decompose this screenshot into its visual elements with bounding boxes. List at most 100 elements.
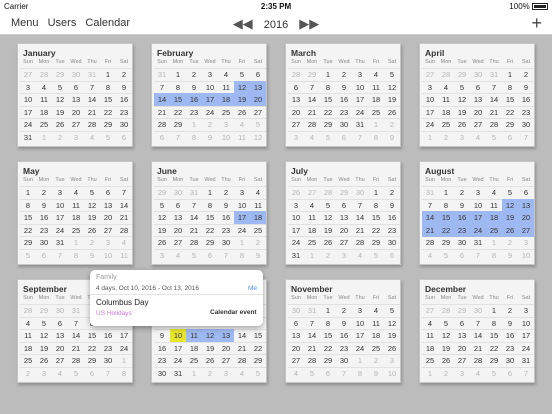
day-cell[interactable]: 6 [170,199,186,212]
day-cell[interactable]: 3 [384,354,400,367]
day-cell[interactable]: 30 [384,236,400,249]
day-cell[interactable]: 17 [20,106,36,119]
day-cell[interactable]: 29 [454,68,470,81]
day-cell[interactable]: 31 [352,118,368,131]
day-cell[interactable]: 9 [202,131,218,144]
day-cell[interactable]: 14 [68,329,84,342]
day-cell[interactable]: 17 [202,93,218,107]
day-cell[interactable]: 13 [68,93,84,106]
day-cell[interactable]: 30 [336,354,352,367]
day-cell[interactable]: 27 [454,354,470,367]
day-cell[interactable]: 26 [84,224,100,237]
day-cell[interactable]: 10 [202,81,218,94]
day-cell[interactable]: 11 [304,211,320,224]
day-cell[interactable]: 5 [486,367,502,380]
day-cell[interactable]: 6 [288,81,304,94]
day-cell[interactable]: 3 [352,304,368,317]
day-cell[interactable]: 10 [170,329,186,343]
day-cell[interactable]: 10 [100,249,116,262]
day-cell[interactable]: 2 [518,68,534,81]
day-cell[interactable]: 28 [304,118,320,131]
day-cell[interactable]: 28 [68,354,84,367]
day-cell[interactable]: 25 [422,354,438,367]
day-cell[interactable]: 22 [20,224,36,237]
day-cell[interactable]: 5 [368,249,384,262]
day-cell[interactable]: 29 [154,186,170,199]
day-cell[interactable]: 5 [52,81,68,94]
day-cell[interactable]: 7 [100,367,116,380]
day-cell[interactable]: 5 [68,367,84,380]
day-cell[interactable]: 29 [36,304,52,317]
day-cell[interactable]: 19 [384,93,400,106]
day-cell[interactable]: 14 [352,211,368,224]
day-cell[interactable]: 14 [186,211,202,224]
day-cell[interactable]: 11 [486,199,502,212]
day-cell[interactable]: 2 [438,367,454,380]
day-cell[interactable]: 19 [52,106,68,119]
month-june[interactable]: June Sun Mon Tue Wed Thu Fri Sat 29 30 31 1 2 3 4 5 6 7 8 9… [151,161,267,265]
day-cell[interactable]: 8 [352,367,368,380]
day-cell[interactable]: 28 [304,354,320,367]
day-cell[interactable]: 4 [368,304,384,317]
day-cell[interactable]: 20 [454,342,470,355]
day-cell[interactable]: 29 [304,68,320,81]
day-cell[interactable]: 18 [438,106,454,119]
day-cell[interactable]: 9 [250,249,266,262]
day-cell[interactable]: 9 [384,199,400,212]
day-cell[interactable]: 17 [52,211,68,224]
day-cell[interactable]: 19 [234,93,250,107]
day-cell[interactable]: 13 [52,329,68,342]
day-cell[interactable]: 16 [502,329,518,342]
day-cell[interactable]: 12 [36,329,52,342]
day-cell[interactable]: 1 [352,354,368,367]
day-cell[interactable]: 21 [422,223,438,237]
day-cell[interactable]: 16 [186,93,202,107]
day-cell[interactable]: 15 [84,329,100,342]
day-cell[interactable]: 31 [422,186,438,199]
day-cell[interactable]: 18 [304,224,320,237]
day-cell[interactable]: 31 [68,304,84,317]
day-cell[interactable]: 5 [250,118,266,131]
day-cell[interactable]: 26 [52,118,68,131]
day-cell[interactable]: 25 [20,354,36,367]
day-cell[interactable]: 29 [336,186,352,199]
day-cell[interactable]: 7 [52,249,68,262]
day-cell[interactable]: 22 [202,224,218,237]
day-cell[interactable]: 28 [320,186,336,199]
day-cell[interactable]: 2 [384,118,400,131]
day-cell[interactable]: 28 [288,68,304,81]
day-cell[interactable]: 23 [502,342,518,355]
day-cell[interactable]: 6 [202,249,218,262]
next-year-icon[interactable]: ▶▶ [299,16,319,31]
day-cell[interactable]: 25 [68,224,84,237]
day-cell[interactable]: 12 [454,93,470,106]
day-cell[interactable]: 8 [234,249,250,262]
day-cell[interactable]: 24 [288,236,304,249]
day-cell[interactable]: 31 [470,236,486,249]
day-cell[interactable]: 7 [486,81,502,94]
day-cell[interactable]: 17 [352,329,368,342]
day-cell[interactable]: 9 [368,367,384,380]
day-cell[interactable]: 4 [304,199,320,212]
day-cell[interactable]: 5 [438,249,454,262]
day-cell[interactable]: 6 [52,317,68,330]
day-cell[interactable]: 4 [438,81,454,94]
day-cell[interactable]: 25 [250,224,266,237]
day-cell[interactable]: 23 [384,224,400,237]
day-cell[interactable]: 29 [250,354,266,367]
day-cell[interactable]: 9 [154,329,170,342]
day-cell[interactable]: 18 [218,93,234,107]
day-cell[interactable]: 10 [518,317,534,330]
day-cell[interactable]: 4 [288,367,304,380]
day-cell[interactable]: 24 [52,224,68,237]
day-cell[interactable]: 2 [52,131,68,144]
day-cell[interactable]: 28 [438,68,454,81]
day-cell[interactable]: 26 [202,354,218,367]
day-cell[interactable]: 23 [186,106,202,119]
month-february[interactable]: February Sun Mon Tue Wed Thu Fri Sat 31 1 2 3 4 5 6 7 8 9… [151,43,267,147]
day-cell[interactable]: 12 [320,211,336,224]
day-cell[interactable]: 10 [352,81,368,94]
day-cell[interactable]: 17 [170,342,186,355]
day-cell[interactable]: 8 [320,81,336,94]
day-cell[interactable]: 14 [486,93,502,106]
